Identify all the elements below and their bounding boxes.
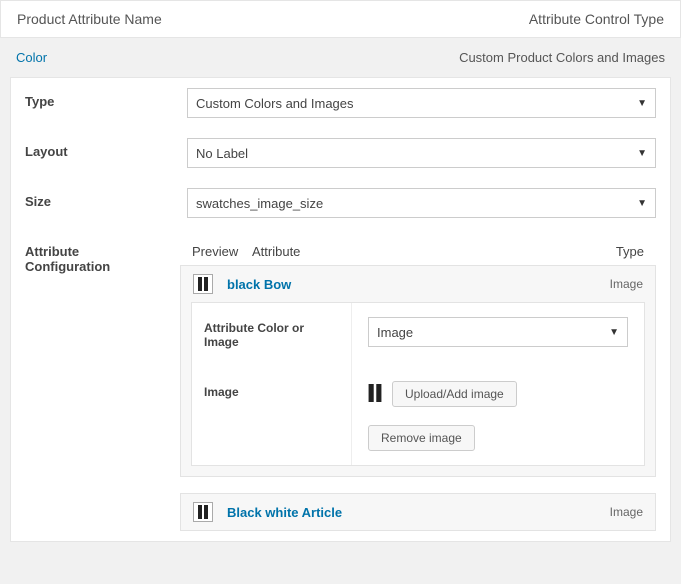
attribute-type-label: Image — [610, 277, 643, 291]
chevron-down-icon: ▼ — [637, 98, 647, 109]
config-label: Attribute Configuration — [11, 228, 174, 541]
config-row: Attribute Configuration Preview Attribut… — [11, 228, 670, 541]
header-title-right: Attribute Control Type — [529, 11, 664, 27]
layout-row: Layout No Label ▼ — [11, 128, 670, 178]
color-or-image-label: Attribute Color or Image — [192, 303, 352, 367]
attribute-row-header[interactable]: Black white Article Image — [181, 494, 655, 530]
type-select[interactable]: Custom Colors and Images ▼ — [187, 88, 656, 118]
layout-label: Layout — [11, 128, 181, 178]
image-label: Image — [192, 367, 352, 465]
size-label: Size — [11, 178, 181, 228]
layout-select[interactable]: No Label ▼ — [187, 138, 656, 168]
chevron-down-icon: ▼ — [637, 198, 647, 209]
image-thumbnail-icon — [368, 384, 382, 405]
remove-image-button[interactable]: Remove image — [368, 425, 475, 451]
attribute-detail-panel: Attribute Color or Image Image ▼ Image — [191, 302, 645, 466]
col-attribute-header: Attribute — [252, 244, 584, 259]
type-select-value: Custom Colors and Images — [196, 96, 354, 111]
type-row: Type Custom Colors and Images ▼ — [11, 78, 670, 128]
attribute-name[interactable]: Black white Article — [227, 505, 610, 520]
type-label: Type — [11, 78, 181, 128]
attribute-row: Black white Article Image — [180, 493, 656, 531]
layout-select-value: No Label — [196, 146, 248, 161]
swatch-preview-icon — [193, 274, 213, 294]
attribute-row-header[interactable]: black Bow Image — [181, 266, 655, 302]
page-header: Product Attribute Name Attribute Control… — [0, 0, 681, 38]
upload-image-button[interactable]: Upload/Add image — [392, 381, 517, 407]
color-or-image-value: Image — [377, 325, 413, 340]
attribute-type-label: Image — [610, 505, 643, 519]
attr-table-head: Preview Attribute Type — [180, 238, 656, 265]
header-title-left: Product Attribute Name — [17, 11, 162, 27]
size-row: Size swatches_image_size ▼ — [11, 178, 670, 228]
attribute-row: black Bow Image Attribute Color or Image… — [180, 265, 656, 477]
color-or-image-select[interactable]: Image ▼ — [368, 317, 628, 347]
attribute-name[interactable]: black Bow — [227, 277, 610, 292]
control-type-text: Custom Product Colors and Images — [459, 50, 665, 65]
subheader: Color Custom Product Colors and Images — [0, 38, 681, 77]
col-preview-header: Preview — [192, 244, 252, 259]
form-panel: Type Custom Colors and Images ▼ Layout N… — [10, 77, 671, 542]
size-select[interactable]: swatches_image_size ▼ — [187, 188, 656, 218]
swatch-preview-icon — [193, 502, 213, 522]
attribute-name-link[interactable]: Color — [16, 50, 47, 65]
chevron-down-icon: ▼ — [609, 327, 619, 338]
size-select-value: swatches_image_size — [196, 196, 323, 211]
chevron-down-icon: ▼ — [637, 148, 647, 159]
col-type-header: Type — [584, 244, 644, 259]
